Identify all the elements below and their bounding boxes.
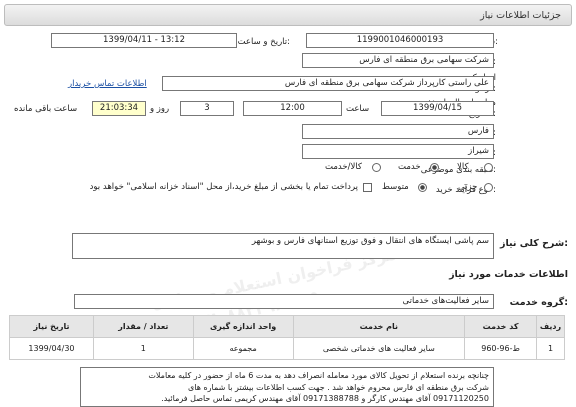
remaining-time-field[interactable]: 21:03:34 xyxy=(92,101,146,116)
cell-need-date: 1399/04/30 xyxy=(9,337,94,360)
deadline-date-field[interactable]: 1399/04/15 xyxy=(381,101,494,116)
remaining-time-label: ساعت باقی مانده xyxy=(14,104,78,114)
province-field[interactable]: فارس xyxy=(302,124,494,139)
city-field[interactable]: شیراز xyxy=(302,144,494,159)
need-summary-text: سم پاشی ایستگاه های انتقال و فوق توزیع ا… xyxy=(251,236,489,246)
announce-date-field[interactable]: 1399/04/11 - 13:12 xyxy=(51,33,237,48)
buyer-notes-box[interactable]: چنانچه برنده استعلام از تحویل کالای مورد… xyxy=(80,367,494,407)
process-medium-radio[interactable] xyxy=(418,183,427,192)
cell-service-name: سایر فعالیت های خدماتی شخصی xyxy=(292,337,466,360)
col-row-header: ردیف xyxy=(536,315,565,338)
services-table-header: ردیف کد خدمت نام خدمت واحد اندازه گیری ت… xyxy=(9,315,565,338)
remaining-days-field[interactable]: 3 xyxy=(180,101,234,116)
need-number-field[interactable]: 1199001046000193 xyxy=(306,33,494,48)
category-service-label: خدمت xyxy=(398,162,421,172)
cell-service-code: ط-96-960 xyxy=(464,337,538,360)
deadline-time-field[interactable]: 12:00 xyxy=(243,101,342,116)
creator-field[interactable]: علی راستی کارپرداز شرکت سهامی برق منطقه … xyxy=(162,76,494,91)
category-goods-radio[interactable] xyxy=(484,163,493,172)
buyer-notes-line-2: شرکت برق منطقه ای فارس محروم خواهد شد . … xyxy=(188,382,489,392)
buyer-contact-link[interactable]: اطلاعات تماس خریدار xyxy=(68,79,147,89)
panel-header: جزئیات اطلاعات نیاز xyxy=(4,4,572,26)
service-group-label: گروه خدمت: xyxy=(509,297,568,308)
col-quantity-header: تعداد / مقدار xyxy=(92,315,194,338)
panel-title: جزئیات اطلاعات نیاز xyxy=(480,10,561,21)
process-minor-radio[interactable] xyxy=(484,183,493,192)
category-goods-label: کالا xyxy=(457,162,469,172)
process-medium-label: متوسط xyxy=(382,182,409,192)
col-unit-header: واحد اندازه گیری xyxy=(192,315,294,338)
category-service-radio[interactable] xyxy=(430,163,439,172)
treasury-payment-note: پرداخت تمام یا بخشی از مبلغ خرید،از محل … xyxy=(90,182,358,192)
buyer-field[interactable]: شرکت سهامی برق منطقه ای فارس xyxy=(302,53,494,68)
service-group-field[interactable]: سایر فعالیت‌های خدماتی xyxy=(74,294,494,309)
services-section-title: اطلاعات خدمات مورد نیاز xyxy=(449,269,568,280)
cell-unit: مجموعه xyxy=(192,337,294,360)
category-goods-service-radio[interactable] xyxy=(372,163,381,172)
days-label: روز و xyxy=(150,104,170,114)
cell-quantity: 1 xyxy=(92,337,194,360)
cell-row-number: 1 xyxy=(536,337,565,360)
deadline-time-label: ساعت xyxy=(346,104,370,114)
buyer-notes-line-1: چنانچه برنده استعلام از تحویل کالای مورد… xyxy=(148,371,489,380)
category-goods-service-label: کالا/خدمت xyxy=(325,162,362,172)
process-minor-label: جزیی xyxy=(458,182,478,192)
need-summary-field[interactable]: سم پاشی ایستگاه های انتقال و فوق توزیع ا… xyxy=(72,233,494,259)
buyer-notes-line-3: 09171120250 آقای مهندس کارگر و 091713887… xyxy=(161,394,489,403)
treasury-payment-checkbox[interactable] xyxy=(363,183,372,192)
col-code-header: کد خدمت xyxy=(464,315,538,338)
need-summary-label: شرح کلی نیاز: xyxy=(499,238,568,249)
table-row[interactable]: 1 ط-96-960 سایر فعالیت های خدماتی شخصی م… xyxy=(9,337,565,360)
col-date-header: تاریخ نیاز xyxy=(9,315,94,338)
services-table: ردیف کد خدمت نام خدمت واحد اندازه گیری ت… xyxy=(9,315,565,360)
col-name-header: نام خدمت xyxy=(292,315,466,338)
